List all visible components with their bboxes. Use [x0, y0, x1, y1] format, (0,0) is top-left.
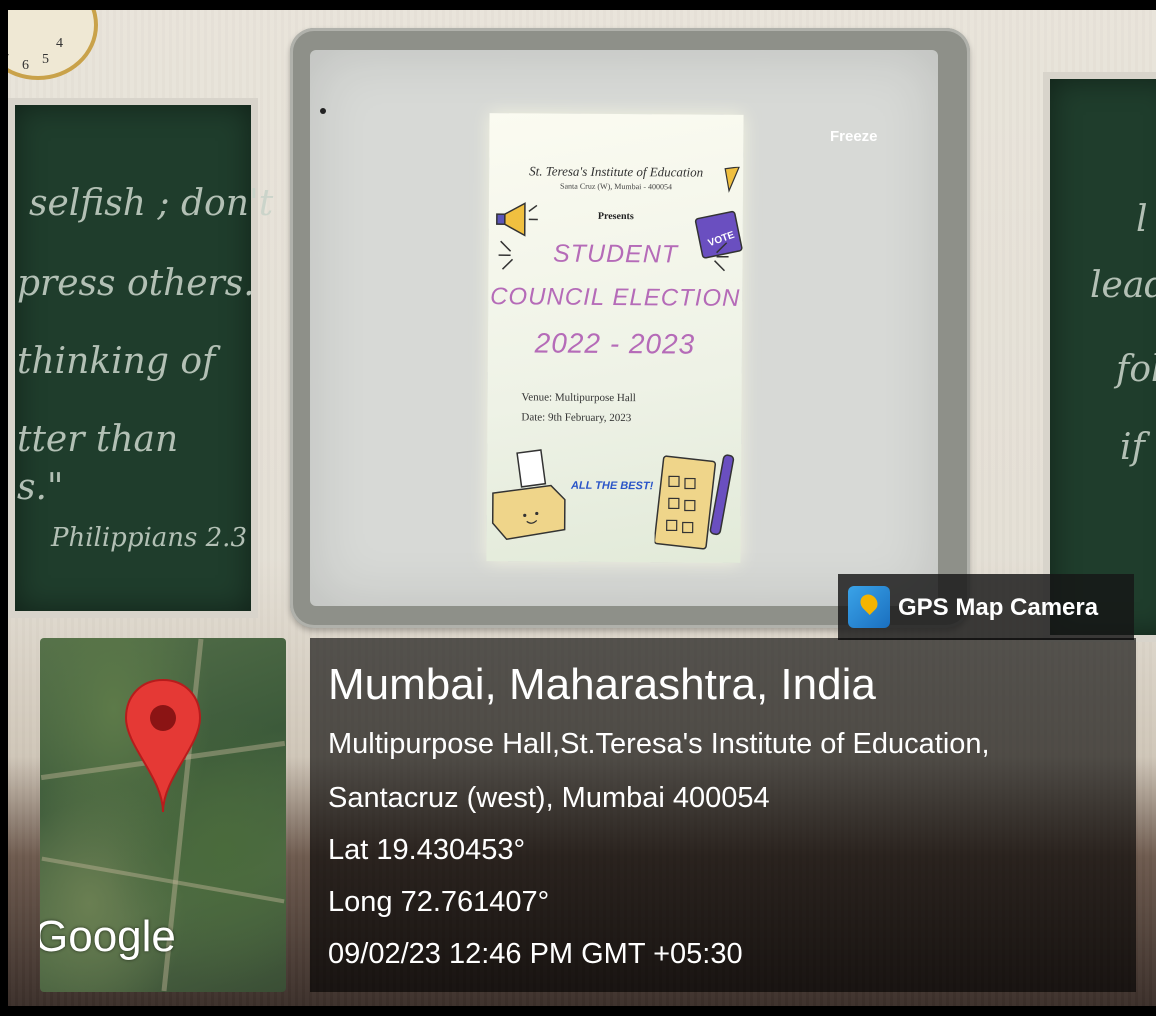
gps-badge-label: GPS Map Camera [898, 594, 1099, 621]
chalk-text: tter than [17, 419, 179, 460]
clock-number: 5 [42, 52, 49, 67]
poster-title-line3: 2022 - 2023 [534, 327, 696, 360]
google-logo: Google [40, 912, 176, 961]
poster-venue: Venue: Multipurpose Hall [521, 391, 636, 405]
poster-best-wishes: ALL THE BEST! [570, 479, 654, 493]
camera-dot-icon [320, 108, 326, 114]
chalk-text: thinking of [17, 341, 216, 382]
chalk-text: Philippians 2.3 [51, 523, 247, 553]
address-line2: Santacruz (west), Mumbai 400054 [328, 782, 770, 814]
checklist-pen-icon [654, 454, 735, 550]
chalk-text: l [1136, 199, 1148, 240]
megaphone-icon [496, 202, 538, 237]
burst-icon [714, 242, 729, 272]
ballot-drop-box-icon [491, 449, 566, 541]
clock-number: 6 [22, 58, 29, 73]
location-city: Mumbai, Maharashtra, India [328, 660, 876, 709]
chalk-text: leade [1090, 265, 1156, 306]
chalk-text: s." [17, 467, 64, 508]
poster-title-line2: COUNCIL ELECTION [490, 283, 741, 312]
map-thumbnail: Google [40, 638, 286, 992]
poster-date: Date: 9th February, 2023 [521, 411, 632, 425]
latitude: Lat 19.430453° [328, 834, 526, 866]
photo: 7 6 5 4 selfish ; don't press others. th… [8, 10, 1156, 1006]
chalk-text: if [1120, 427, 1145, 468]
address-line1: Multipurpose Hall,St.Teresa's Institute … [328, 728, 990, 760]
chalk-text: selfish ; don't [29, 183, 274, 224]
clock-number: 4 [56, 36, 63, 51]
gps-camera-icon [848, 586, 890, 628]
freeze-label: Freeze [830, 128, 878, 145]
timestamp: 09/02/23 12:46 PM GMT +05:30 [328, 938, 743, 970]
burst-icon [498, 240, 514, 270]
chalkboard-left: selfish ; don't press others. thinking o… [8, 98, 273, 618]
election-poster: St. Teresa's Institute of Education Sant… [486, 113, 744, 563]
location-overlay: Mumbai, Maharashtra, India Multipurpose … [310, 638, 1136, 992]
chalk-text: press others. [17, 263, 255, 304]
chalkboard-right: l leade foll if [1043, 72, 1156, 642]
map-pin-icon [124, 678, 202, 813]
longitude: Long 72.761407° [328, 886, 550, 918]
clock-number: 7 [8, 52, 9, 68]
chalk-text: foll [1116, 349, 1156, 390]
gps-map-camera-badge: GPS Map Camera [838, 574, 1134, 640]
